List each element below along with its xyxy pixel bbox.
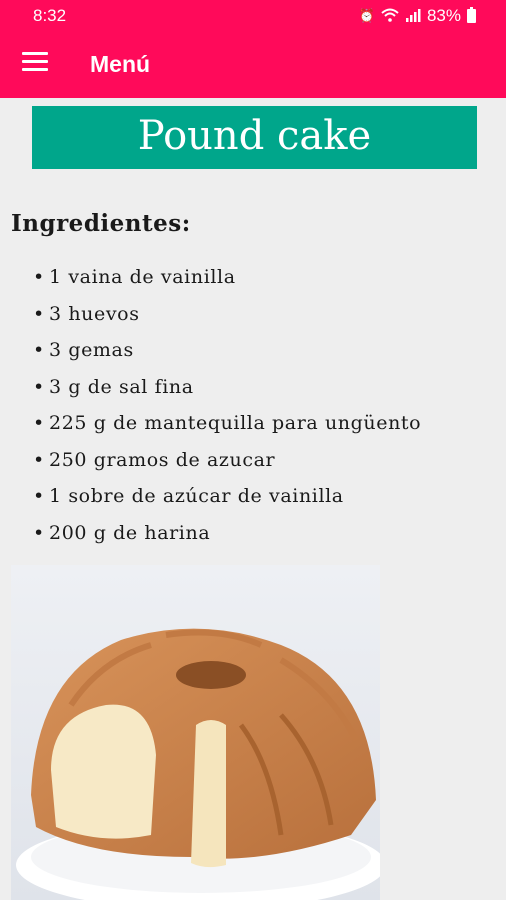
status-icons: ⏰ 83%	[359, 6, 476, 26]
app-bar-title: Menú	[90, 51, 151, 77]
ingredients-heading: Ingredientes:	[11, 210, 191, 237]
recipe-photo	[11, 565, 380, 900]
list-item: • 1 vaina de vainilla	[33, 266, 236, 288]
signal-icon	[405, 8, 421, 25]
list-item: • 225 g de mantequilla para ungüento	[33, 412, 422, 434]
alarm-icon: ⏰	[358, 8, 375, 23]
list-item: • 200 g de harina	[33, 521, 211, 544]
status-time: 8:32	[33, 6, 67, 25]
list-item: • 3 g de sal fina	[33, 375, 194, 398]
list-item: • 3 huevos	[33, 302, 140, 325]
recipe-title-banner: Pound cake	[32, 106, 477, 169]
status-bar: 8:32 ⏰ 83%	[0, 0, 506, 32]
battery-percent: 83%	[426, 6, 461, 25]
list-item: • 3 gemas	[33, 339, 134, 361]
app-bar: Menú	[0, 32, 506, 98]
recipe-title: Pound cake	[137, 113, 372, 159]
wifi-icon	[381, 8, 399, 25]
ingredients-list: • 1 vaina de vainilla • 3 huevos • 3 gemas …	[33, 259, 421, 551]
battery-icon	[467, 7, 476, 23]
list-item: • 1 sobre de azúcar de vainilla	[33, 485, 344, 507]
list-item: • 250 gramos de azucar	[33, 448, 276, 471]
hamburger-menu-icon[interactable]	[22, 52, 48, 74]
